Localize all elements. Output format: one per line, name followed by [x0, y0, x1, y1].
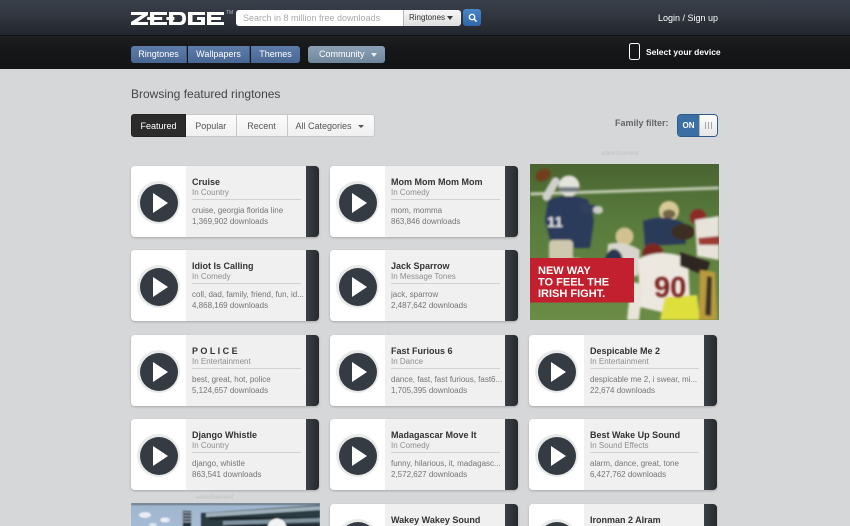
svg-text:IRISH FIGHT.: IRISH FIGHT.: [538, 288, 605, 300]
svg-text:NEW WAY: NEW WAY: [538, 265, 591, 277]
svg-text:TO FEEL THE: TO FEEL THE: [538, 277, 609, 289]
svg-text:90: 90: [654, 272, 686, 304]
svg-text:11: 11: [547, 214, 563, 231]
